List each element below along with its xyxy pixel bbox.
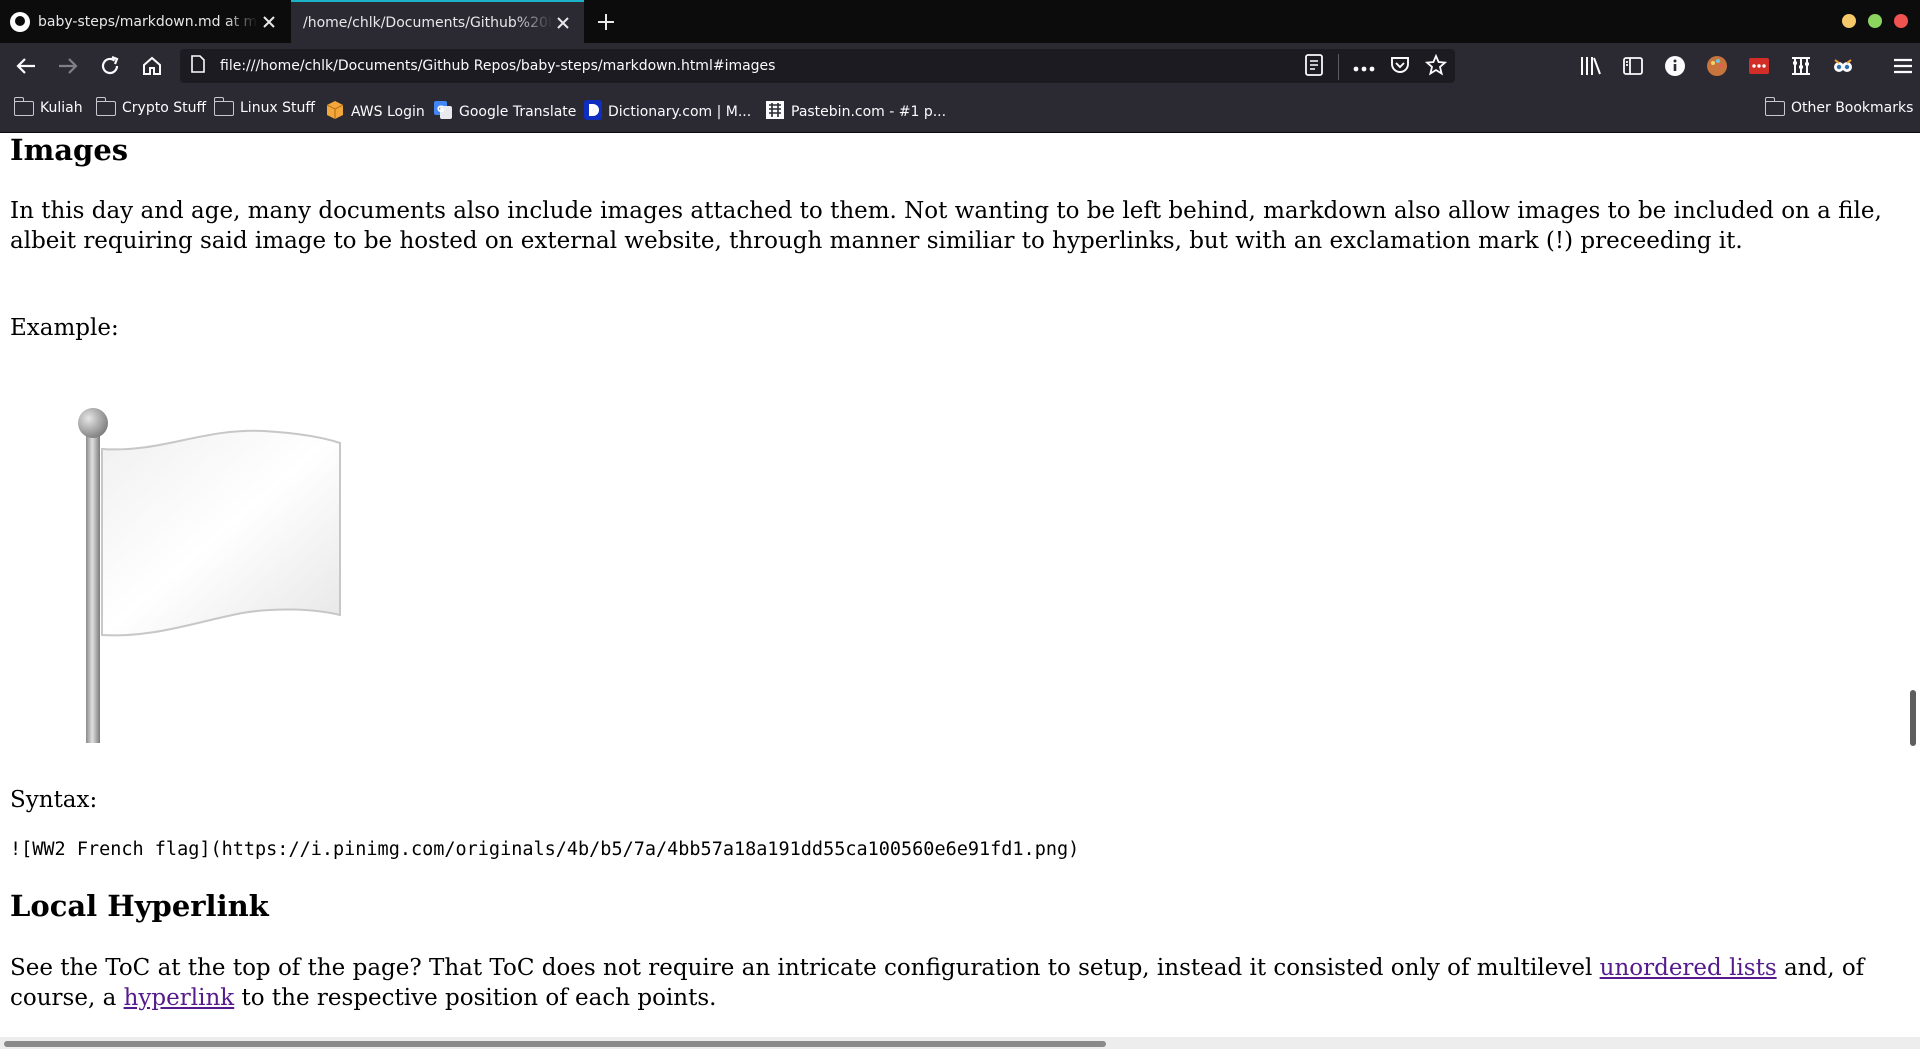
horizontal-scrollbar[interactable] xyxy=(0,1037,1920,1049)
folder-icon xyxy=(13,96,34,116)
url-bar[interactable] xyxy=(180,49,1455,83)
close-tab-icon[interactable] xyxy=(258,11,280,33)
window-controls xyxy=(1842,14,1908,28)
info-extension-icon[interactable] xyxy=(1659,50,1691,82)
sidebar-icon[interactable] xyxy=(1617,50,1649,82)
other-bookmarks-label: Other Bookmarks xyxy=(1791,100,1914,116)
tab-title: /home/chlk/Documents/Github%20Repos/baby… xyxy=(303,14,552,31)
separator xyxy=(1338,54,1339,80)
abacus-extension-icon[interactable] xyxy=(1785,50,1817,82)
tab-title: baby-steps/markdown.md at main xyxy=(38,13,258,30)
dictionary-icon xyxy=(584,100,602,124)
back-button[interactable] xyxy=(10,50,42,82)
white-flag-image xyxy=(72,403,352,749)
navigation-toolbar xyxy=(0,43,1920,89)
bookmark-crypto-stuff[interactable]: Crypto Stuff xyxy=(95,96,207,116)
tab-github-markdown[interactable]: baby-steps/markdown.md at main xyxy=(0,0,290,43)
bookmarks-toolbar: Kuliah Crypto Stuff Linux Stuff AWS Logi… xyxy=(0,89,1920,133)
reader-view-icon[interactable] xyxy=(1304,54,1324,80)
bookmark-label: Google Translate xyxy=(459,104,577,120)
syntax-code: ![WW2 French flag](https://i.pinimg.com/… xyxy=(10,839,1080,860)
bookmark-label: Kuliah xyxy=(40,100,83,116)
owl-extension-icon[interactable] xyxy=(1827,50,1859,82)
page-icon xyxy=(190,55,206,77)
bookmark-aws-login[interactable]: AWS Login xyxy=(325,100,425,124)
aws-icon xyxy=(325,100,345,124)
unordered-lists-link[interactable]: unordered lists xyxy=(1600,955,1777,981)
bookmark-star-icon[interactable] xyxy=(1424,53,1448,80)
folder-icon xyxy=(1764,96,1785,116)
pocket-icon[interactable] xyxy=(1389,54,1411,80)
maximize-window-button[interactable] xyxy=(1868,14,1882,28)
pastebin-icon xyxy=(765,100,785,124)
library-icon[interactable] xyxy=(1575,50,1607,82)
paragraph-text: to the respective position of each point… xyxy=(234,985,717,1011)
url-input[interactable] xyxy=(218,57,1182,75)
toolbar-extensions xyxy=(1575,50,1919,82)
vertical-scrollbar-thumb[interactable] xyxy=(1910,690,1916,746)
tab-strip: baby-steps/markdown.md at main /home/chl… xyxy=(0,0,1920,43)
page-actions-menu-icon[interactable] xyxy=(1353,58,1375,77)
bookmark-label: Linux Stuff xyxy=(240,100,316,116)
syntax-label: Syntax: xyxy=(10,787,98,813)
horizontal-scrollbar-thumb[interactable] xyxy=(4,1041,1106,1047)
reload-button[interactable] xyxy=(94,50,126,82)
vertical-scrollbar[interactable] xyxy=(1907,133,1920,1037)
folder-icon xyxy=(213,96,234,116)
tab-local-markdown[interactable]: /home/chlk/Documents/Github%20Repos/baby… xyxy=(291,0,584,43)
menu-hamburger-icon[interactable] xyxy=(1887,50,1919,82)
github-icon xyxy=(10,11,30,32)
minimize-window-button[interactable] xyxy=(1842,14,1856,28)
google-translate-icon: G xyxy=(433,100,453,124)
example-label: Example: xyxy=(10,315,119,341)
folder-icon xyxy=(95,96,116,116)
bookmark-label: Pastebin.com - #1 p... xyxy=(791,104,947,120)
forward-button[interactable] xyxy=(52,50,84,82)
password-manager-extension-icon[interactable] xyxy=(1743,50,1775,82)
bookmark-label: Dictionary.com | M... xyxy=(608,104,752,120)
local-hyperlink-paragraph: See the ToC at the top of the page? That… xyxy=(10,953,1890,1013)
bookmark-linux-stuff[interactable]: Linux Stuff xyxy=(213,96,316,116)
home-button[interactable] xyxy=(136,50,168,82)
bookmark-kuliah[interactable]: Kuliah xyxy=(13,96,83,116)
paragraph-text: See the ToC at the top of the page? That… xyxy=(10,955,1600,981)
bookmark-pastebin[interactable]: Pastebin.com - #1 p... xyxy=(765,100,946,124)
images-paragraph: In this day and age, many documents also… xyxy=(10,198,1882,254)
bookmark-label: Crypto Stuff xyxy=(122,100,207,116)
close-tab-icon[interactable] xyxy=(552,12,574,34)
other-bookmarks[interactable]: Other Bookmarks xyxy=(1764,96,1914,116)
new-tab-button[interactable] xyxy=(592,8,620,36)
svg-text:G: G xyxy=(437,105,444,115)
local-hyperlink-heading: Local Hyperlink xyxy=(10,889,269,923)
close-window-button[interactable] xyxy=(1894,14,1908,28)
bookmark-label: AWS Login xyxy=(351,104,425,120)
url-bar-actions xyxy=(1304,53,1448,80)
bookmark-dictionary[interactable]: Dictionary.com | M... xyxy=(584,100,751,124)
images-heading: Images xyxy=(10,133,129,167)
color-palette-extension-icon[interactable] xyxy=(1701,50,1733,82)
page-content: Images In this day and age, many documen… xyxy=(0,133,1907,1037)
hyperlink-link[interactable]: hyperlink xyxy=(124,985,235,1011)
bookmark-google-translate[interactable]: G Google Translate xyxy=(433,100,576,124)
